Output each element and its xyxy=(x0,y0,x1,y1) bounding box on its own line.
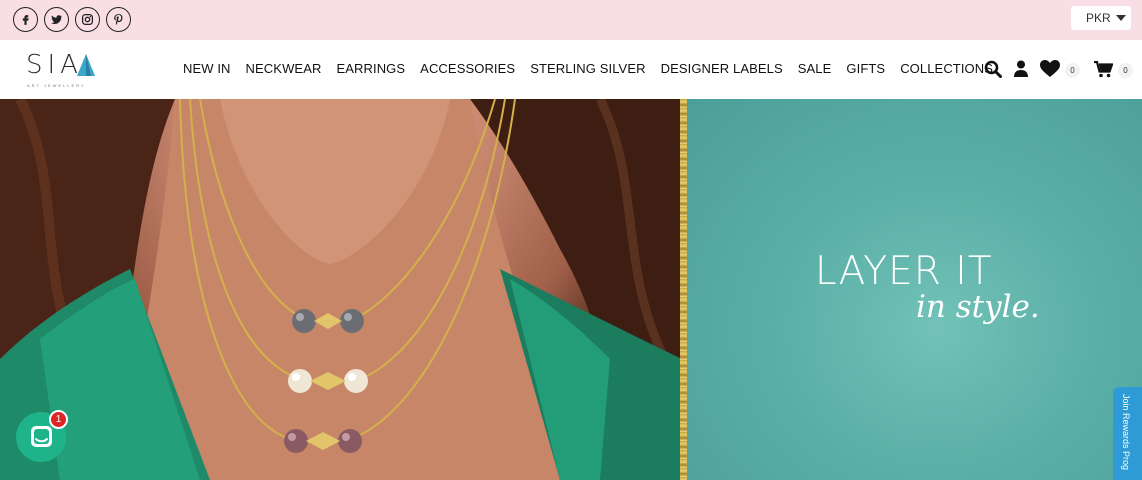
nav-sterling-silver[interactable]: STERLING SILVER xyxy=(530,61,645,76)
wishlist-icon[interactable] xyxy=(1040,60,1060,78)
hero-subtitle: in style. xyxy=(916,289,1040,325)
nav-earrings[interactable]: EARRINGS xyxy=(336,61,405,76)
logo-mark-icon xyxy=(77,54,95,76)
hero-text-panel: LAYER IT in style. xyxy=(687,99,1142,480)
main-nav: NEW IN NECKWEAR EARRINGS ACCESSORIES STE… xyxy=(183,61,993,76)
site-header: SIA ART JEWELLERY NEW IN NECKWEAR EARRIN… xyxy=(0,40,1142,99)
hero-title: LAYER IT xyxy=(815,249,993,294)
search-icon[interactable] xyxy=(984,60,1002,78)
model-necklace-illustration xyxy=(0,99,682,480)
nav-neckwear[interactable]: NECKWEAR xyxy=(246,61,322,76)
logo-text: SIA xyxy=(26,50,83,80)
cart-count-badge: 0 xyxy=(1118,63,1133,78)
hero-image xyxy=(0,99,682,480)
logo[interactable]: SIA ART JEWELLERY xyxy=(26,50,98,90)
chat-notification-badge: 1 xyxy=(49,410,68,429)
hero-banner[interactable]: LAYER IT in style. xyxy=(0,99,1142,480)
nav-designer-labels[interactable]: DESIGNER LABELS xyxy=(661,61,783,76)
gold-divider xyxy=(680,99,687,480)
nav-collections[interactable]: COLLECTIONS xyxy=(900,61,993,76)
twitter-icon[interactable] xyxy=(44,7,69,32)
nav-sale[interactable]: SALE xyxy=(798,61,832,76)
social-links xyxy=(13,7,131,32)
rewards-tab[interactable]: Join Rewards Prog xyxy=(1113,387,1142,480)
cart-icon[interactable] xyxy=(1094,61,1113,78)
nav-new-in[interactable]: NEW IN xyxy=(183,61,231,76)
instagram-icon[interactable] xyxy=(75,7,100,32)
nav-accessories[interactable]: ACCESSORIES xyxy=(420,61,515,76)
top-bar: PKR xyxy=(0,0,1142,40)
currency-value: PKR xyxy=(1086,11,1111,25)
logo-tagline: ART JEWELLERY xyxy=(27,83,86,88)
account-icon[interactable] xyxy=(1014,60,1028,77)
facebook-icon[interactable] xyxy=(13,7,38,32)
currency-select[interactable]: PKR xyxy=(1071,6,1131,30)
nav-gifts[interactable]: GIFTS xyxy=(846,61,885,76)
pinterest-icon[interactable] xyxy=(106,7,131,32)
rewards-tab-label: Join Rewards Prog xyxy=(1121,394,1131,471)
wishlist-count-badge: 0 xyxy=(1065,63,1080,78)
chevron-down-icon xyxy=(1116,15,1126,21)
